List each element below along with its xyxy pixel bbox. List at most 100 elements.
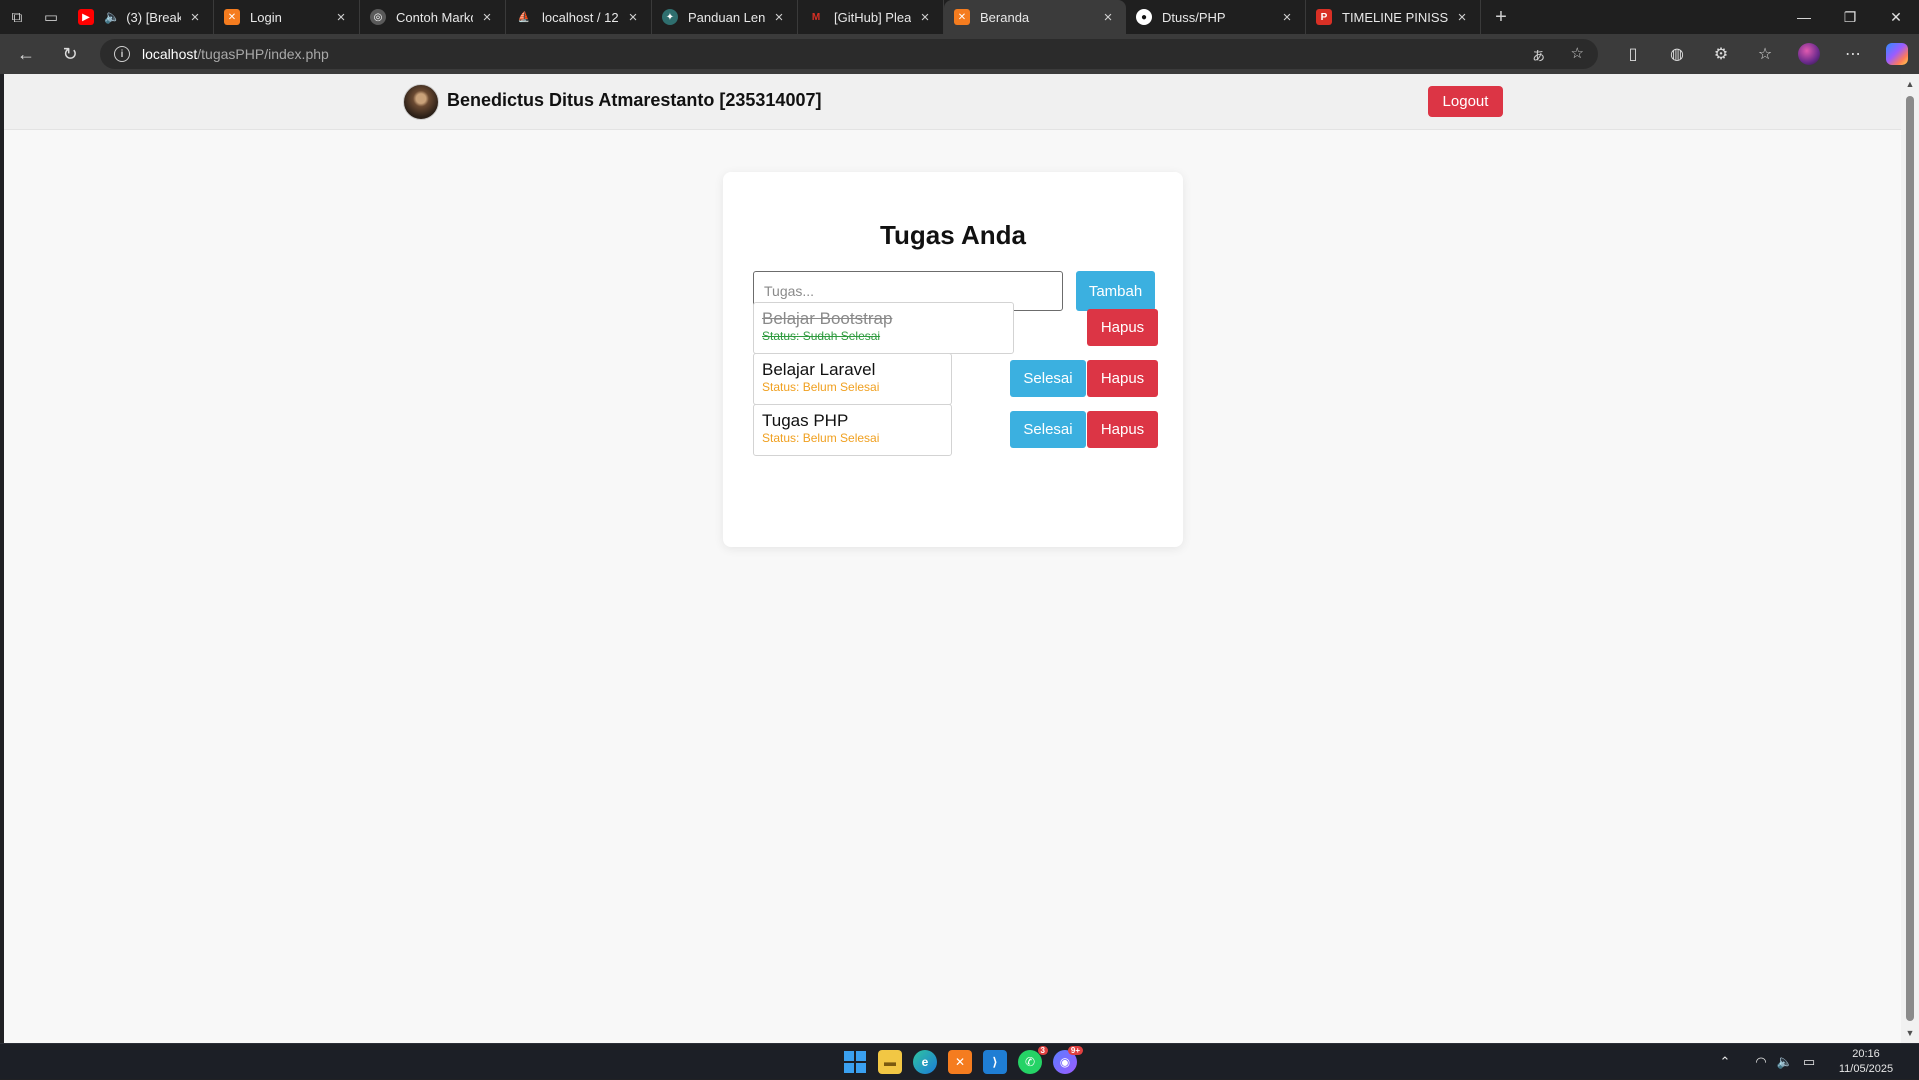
system-tray: ⌃ ◠ 🔈 ▭ 20:16 11/05/2025 [1713, 1044, 1919, 1080]
app-icon[interactable]: ◉ 9+ [1053, 1046, 1083, 1074]
tab-panduan[interactable]: ✦ Panduan Lengkap Bel × [652, 0, 798, 34]
page-title: Tugas Anda [880, 220, 1026, 250]
task-name: Tugas PHP [762, 411, 849, 430]
tab-strip: ⧉ ▭ ▶ 🔈 (3) [Breakfunk] M × ✕ Login × ◎ … [0, 0, 1919, 34]
xampp-icon: ✕ [954, 9, 970, 25]
github-icon: ● [1136, 9, 1152, 25]
new-tab-icon[interactable]: + [1481, 0, 1521, 34]
windows-taskbar: ▬ e ✕ ⟩ ✆ 3 ◉ 9+ ⌃ ◠ 🔈 ▭ 20:16 11/05/202… [0, 1043, 1919, 1079]
close-tab-icon[interactable]: × [479, 9, 495, 26]
close-tab-icon[interactable]: × [1454, 9, 1470, 26]
globe-icon: ◎ [370, 9, 386, 25]
tab-gmail[interactable]: M [GitHub] Please reset y × [798, 0, 944, 34]
tab-login[interactable]: ✕ Login × [214, 0, 360, 34]
app-navbar: Benedictus Ditus Atmarestanto [235314007… [4, 74, 1901, 130]
clock[interactable]: 20:16 11/05/2025 [1829, 1047, 1903, 1077]
window-controls: — ❐ ✕ [1781, 0, 1919, 34]
notification-badge: 3 [1037, 1046, 1048, 1055]
task-item: Belajar Laravel Status: Belum Selesai [753, 353, 952, 405]
task-name: Belajar Bootstrap [762, 309, 893, 328]
site-info-icon[interactable]: i [114, 46, 130, 62]
delete-task-button[interactable]: Hapus [1087, 411, 1158, 448]
close-tab-icon[interactable]: × [1100, 9, 1116, 26]
page-scrollbar[interactable]: ▲ ▼ [1901, 74, 1919, 1043]
file-explorer-icon[interactable]: ▬ [878, 1050, 902, 1074]
scroll-thumb[interactable] [1906, 96, 1914, 1021]
tab-github[interactable]: ● Dtuss/PHP × [1126, 0, 1306, 34]
tab-beranda[interactable]: ✕ Beranda × [944, 0, 1126, 34]
avatar [403, 84, 439, 120]
phpmyadmin-icon: ⛵ [517, 11, 531, 23]
tab-phpmyadmin[interactable]: ⛵ localhost / 127.0.0.1 / × [506, 0, 652, 34]
close-tab-icon[interactable]: × [771, 9, 787, 26]
complete-task-button[interactable]: Selesai [1010, 411, 1086, 448]
close-tab-icon[interactable]: × [917, 9, 933, 26]
tab-title: localhost / 127.0.0.1 / [542, 9, 619, 25]
close-tab-icon[interactable]: × [333, 9, 349, 26]
tab-markdown[interactable]: ◎ Contoh Markdown Gi × [360, 0, 506, 34]
browser-toolbar: ← ↻ i localhost /tugasPHP/index.php ぁ ☆ … [0, 34, 1919, 74]
wifi-icon[interactable]: ◠ [1749, 1054, 1773, 1070]
tab-title: TIMELINE PINISSI 202 [1342, 9, 1448, 25]
close-window-icon[interactable]: ✕ [1873, 0, 1919, 34]
extensions-icon[interactable]: ⚙ [1699, 34, 1743, 74]
complete-task-button[interactable]: Selesai [1010, 360, 1086, 397]
close-tab-icon[interactable]: × [625, 9, 641, 26]
speaker-icon[interactable]: 🔈 [104, 9, 120, 25]
tab-title: Panduan Lengkap Bel [688, 9, 765, 25]
toolbar-right: ▯ ◍ ⚙ ☆ ⋯ [1611, 34, 1919, 74]
close-tab-icon[interactable]: × [1279, 9, 1295, 26]
delete-task-button[interactable]: Hapus [1087, 360, 1158, 397]
task-item: Tugas PHP Status: Belum Selesai [753, 404, 952, 456]
clock-time: 20:16 [1852, 1048, 1880, 1060]
favorites-icon[interactable]: ☆ [1743, 34, 1787, 74]
page-viewport: Benedictus Ditus Atmarestanto [235314007… [4, 74, 1901, 1043]
profile-icon[interactable] [1787, 34, 1831, 74]
site-icon: ✦ [662, 9, 678, 25]
start-icon[interactable] [843, 1050, 867, 1074]
clock-date: 11/05/2025 [1838, 1063, 1894, 1075]
notification-badge: 9+ [1067, 1046, 1083, 1055]
read-aloud-icon[interactable]: ぁ [1531, 44, 1546, 65]
logout-button[interactable]: Logout [1428, 86, 1503, 117]
address-bar[interactable]: i localhost /tugasPHP/index.php ぁ ☆ [100, 39, 1598, 69]
tab-title: Login [250, 9, 282, 25]
xampp-icon[interactable]: ✕ [948, 1050, 972, 1074]
workspaces-icon[interactable]: ⧉ [0, 0, 34, 34]
split-screen-icon[interactable]: ▯ [1611, 34, 1655, 74]
xampp-icon: ✕ [224, 9, 240, 25]
tab-title: [GitHub] Please reset y [834, 9, 911, 25]
tab-title: (3) [Breakfunk] M [126, 9, 181, 25]
todo-card: Tugas Anda Tambah Belajar Bootstrap Stat… [723, 172, 1183, 547]
vscode-icon[interactable]: ⟩ [983, 1050, 1007, 1074]
volume-icon[interactable]: 🔈 [1773, 1054, 1797, 1070]
gmail-icon: M [811, 11, 821, 23]
restore-icon[interactable]: ❐ [1827, 0, 1873, 34]
tab-youtube[interactable]: ▶ 🔈 (3) [Breakfunk] M × [68, 0, 214, 34]
battery-icon[interactable]: ▭ [1797, 1054, 1821, 1070]
tab-actions-icon[interactable]: ▭ [34, 0, 68, 34]
tab-timeline[interactable]: P TIMELINE PINISSI 202 × [1306, 0, 1481, 34]
favorite-star-icon[interactable]: ☆ [1571, 44, 1584, 62]
task-item: Belajar Bootstrap Status: Sudah Selesai [753, 302, 1014, 354]
task-name: Belajar Laravel [762, 360, 876, 379]
chevron-up-icon[interactable]: ⌃ [1713, 1054, 1737, 1070]
whatsapp-icon[interactable]: ✆ 3 [1018, 1046, 1048, 1074]
copilot-icon[interactable] [1875, 34, 1919, 74]
more-menu-icon[interactable]: ⋯ [1831, 34, 1875, 74]
back-icon[interactable]: ← [6, 34, 46, 74]
minimize-icon[interactable]: — [1781, 0, 1827, 34]
close-tab-icon[interactable]: × [187, 9, 203, 26]
scroll-down-icon[interactable]: ▼ [1901, 1025, 1919, 1041]
task-status: Status: Belum Selesai [762, 431, 880, 445]
browser-essentials-icon[interactable]: ◍ [1655, 34, 1699, 74]
tab-title: Contoh Markdown Gi [396, 9, 473, 25]
user-name: Benedictus Ditus Atmarestanto [235314007… [447, 90, 822, 110]
edge-icon[interactable]: e [913, 1050, 937, 1074]
delete-task-button[interactable]: Hapus [1087, 309, 1158, 346]
add-task-button[interactable]: Tambah [1076, 271, 1155, 311]
tab-title: Beranda [980, 9, 1030, 25]
tab-title: Dtuss/PHP [1162, 9, 1226, 25]
scroll-up-icon[interactable]: ▲ [1901, 76, 1919, 92]
reload-icon[interactable]: ↻ [50, 34, 90, 74]
